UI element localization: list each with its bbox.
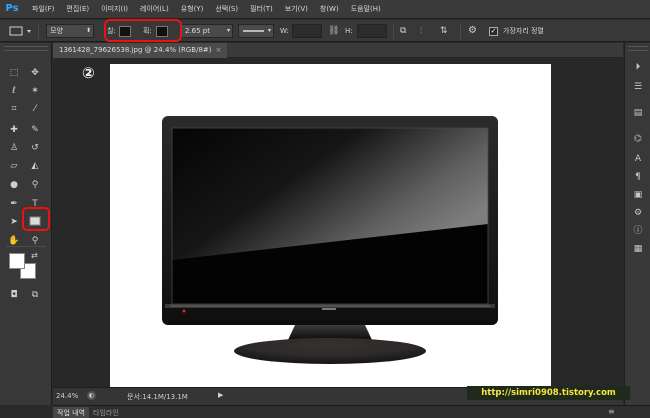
menu-bar: Ps 파일(F) 편집(E) 이미지(I) 레이어(L) 유형(Y) 선택(S)… bbox=[0, 0, 650, 19]
toolbar-grip[interactable] bbox=[4, 46, 48, 51]
character-panel-icon[interactable]: A bbox=[631, 153, 645, 165]
zoom-level[interactable]: 24.4% bbox=[56, 392, 78, 400]
mode-dropdown-value: 모양 bbox=[50, 27, 63, 35]
mode-dropdown[interactable]: 모양 ⬍ bbox=[46, 24, 94, 38]
paths-panel-icon[interactable]: ⌬ bbox=[631, 133, 645, 145]
menu-file[interactable]: 파일(F) bbox=[32, 4, 54, 14]
stroke-type-dropdown[interactable]: ▾ bbox=[238, 24, 274, 38]
path-selection-icon[interactable]: ➤ bbox=[7, 216, 21, 228]
history-panel-icon[interactable]: ⏵ bbox=[631, 61, 645, 73]
close-icon[interactable]: × bbox=[216, 46, 222, 54]
align-edges-checkbox[interactable]: ✓ bbox=[489, 27, 498, 36]
rectangle-tool-highlight bbox=[22, 207, 50, 231]
menu-type[interactable]: 유형(Y) bbox=[181, 4, 204, 14]
menu-help[interactable]: 도움말(H) bbox=[351, 4, 381, 14]
document-size-info: 문서:14.1M/13.1M bbox=[127, 393, 188, 401]
path-operations-icon[interactable]: ⧉ bbox=[400, 24, 406, 38]
path-alignment-icon[interactable]: ⫶ bbox=[420, 24, 422, 38]
screen-mode-icon[interactable]: ⧉ bbox=[28, 289, 42, 301]
marquee-icon[interactable]: ⬚ bbox=[7, 67, 21, 79]
menu-filter[interactable]: 필터(T) bbox=[250, 4, 273, 14]
chevron-down-icon: ▾ bbox=[226, 27, 230, 34]
options-separator bbox=[393, 23, 394, 39]
canvas-area[interactable]: ② bbox=[53, 59, 623, 387]
options-separator bbox=[460, 23, 461, 39]
actions-panel-icon[interactable]: ▣ bbox=[631, 189, 645, 201]
link-icon[interactable]: ⛓ bbox=[328, 24, 339, 38]
notes-panel-icon[interactable]: ▦ bbox=[631, 243, 645, 255]
options-separator bbox=[38, 23, 39, 39]
tool-preset-picker[interactable] bbox=[6, 24, 34, 38]
panel-menu-icon[interactable]: ≡ bbox=[608, 407, 615, 416]
info-panel-icon[interactable]: ⓘ bbox=[631, 225, 645, 237]
adjust-panel-icon[interactable]: ☰ bbox=[631, 81, 645, 93]
dock-grip[interactable] bbox=[628, 46, 648, 51]
crop-icon[interactable]: ⌗ bbox=[7, 103, 21, 115]
bottom-panel-tabs: 작업 내역 타임라인 ≡ bbox=[53, 405, 650, 418]
photoshop-window: Ps 파일(F) 편집(E) 이미지(I) 레이어(L) 유형(Y) 선택(S)… bbox=[0, 0, 650, 418]
magic-wand-icon[interactable]: ✶ bbox=[28, 85, 42, 97]
dodge-icon[interactable]: ⚲ bbox=[28, 179, 42, 191]
width-input[interactable] bbox=[292, 24, 322, 38]
quick-mask-icon[interactable]: ◘ bbox=[7, 289, 21, 301]
move-icon[interactable]: ✥ bbox=[28, 67, 42, 79]
stroke-width-field[interactable]: 2.65 pt ▾ bbox=[181, 24, 233, 38]
monitor-neck bbox=[288, 325, 372, 340]
rectangle-preset-icon bbox=[9, 26, 31, 36]
menu-select[interactable]: 선택(S) bbox=[215, 4, 238, 14]
swap-colors-icon[interactable]: ⇄ bbox=[31, 251, 38, 260]
stroke-line-icon bbox=[243, 30, 264, 32]
document-tab-title: 1361428_79626538.jpg @ 24.4% (RGB/8#) bbox=[59, 46, 212, 54]
monitor-image bbox=[162, 116, 498, 364]
stroke-width-value: 2.65 pt bbox=[185, 27, 210, 35]
history-brush-icon[interactable]: ↺ bbox=[28, 142, 42, 154]
path-arrangement-icon[interactable]: ⇅ bbox=[440, 24, 448, 38]
blog-watermark: http://simri0908.tistory.com bbox=[467, 386, 630, 400]
document-tab[interactable]: 1361428_79626538.jpg @ 24.4% (RGB/8#) × bbox=[53, 43, 228, 58]
align-edges-label: 가장자리 정렬 bbox=[503, 27, 544, 35]
layers-panel-icon[interactable]: ▤ bbox=[631, 107, 645, 119]
status-menu-arrow-icon[interactable]: ▶ bbox=[218, 391, 223, 399]
eraser-icon[interactable]: ▱ bbox=[7, 160, 21, 172]
styles-panel-icon[interactable]: ⚙ bbox=[631, 207, 645, 219]
blur-icon[interactable]: ● bbox=[7, 179, 21, 191]
panel-dock: ⏵ ☰ ▤ ⌬ A ¶ ▣ ⚙ ⓘ ▦ bbox=[624, 43, 650, 405]
toolbar-divider bbox=[6, 246, 46, 247]
annotation-marker-2: ② bbox=[82, 64, 95, 82]
foreground-color-swatch[interactable] bbox=[9, 253, 25, 269]
power-led bbox=[182, 309, 186, 313]
clone-stamp-icon[interactable]: ♙ bbox=[7, 142, 21, 154]
pen-icon[interactable]: ✒ bbox=[7, 198, 21, 210]
gear-icon[interactable]: ⚙ bbox=[468, 24, 477, 38]
spot-healing-icon[interactable]: ✚ bbox=[7, 124, 21, 136]
paragraph-panel-icon[interactable]: ¶ bbox=[631, 171, 645, 183]
height-label: H: bbox=[345, 27, 353, 35]
paint-bucket-icon[interactable]: ◭ bbox=[28, 160, 42, 172]
status-info-icon[interactable]: ◐ bbox=[87, 391, 96, 400]
document-canvas[interactable] bbox=[110, 64, 551, 387]
tab-history[interactable]: 작업 내역 bbox=[53, 407, 89, 418]
chevron-updown-icon: ⬍ bbox=[85, 27, 91, 34]
width-label: W: bbox=[280, 27, 289, 35]
brush-icon[interactable]: ✎ bbox=[28, 124, 42, 136]
eyedropper-icon[interactable]: ⁄ bbox=[28, 103, 42, 115]
tab-timeline[interactable]: 타임라인 bbox=[89, 407, 123, 418]
menu-image[interactable]: 이미지(I) bbox=[101, 4, 128, 14]
document-tab-strip: 1361428_79626538.jpg @ 24.4% (RGB/8#) × bbox=[53, 43, 623, 58]
app-logo: Ps bbox=[5, 3, 19, 14]
menu-edit[interactable]: 편집(E) bbox=[66, 4, 89, 14]
fill-stroke-highlight bbox=[104, 19, 182, 42]
chevron-down-icon: ▾ bbox=[267, 27, 271, 34]
menu-layer[interactable]: 레이어(L) bbox=[140, 4, 169, 14]
height-input[interactable] bbox=[357, 24, 387, 38]
menu-window[interactable]: 창(W) bbox=[320, 4, 339, 14]
lasso-icon[interactable]: ℓ bbox=[7, 85, 21, 97]
options-bar: 모양 ⬍ 칠: 획: 2.65 pt ▾ ▾ W: ⛓ H: ⧉ ⫶ ⇅ ⚙ ✓… bbox=[0, 20, 650, 42]
menu-view[interactable]: 보기(V) bbox=[285, 4, 308, 14]
